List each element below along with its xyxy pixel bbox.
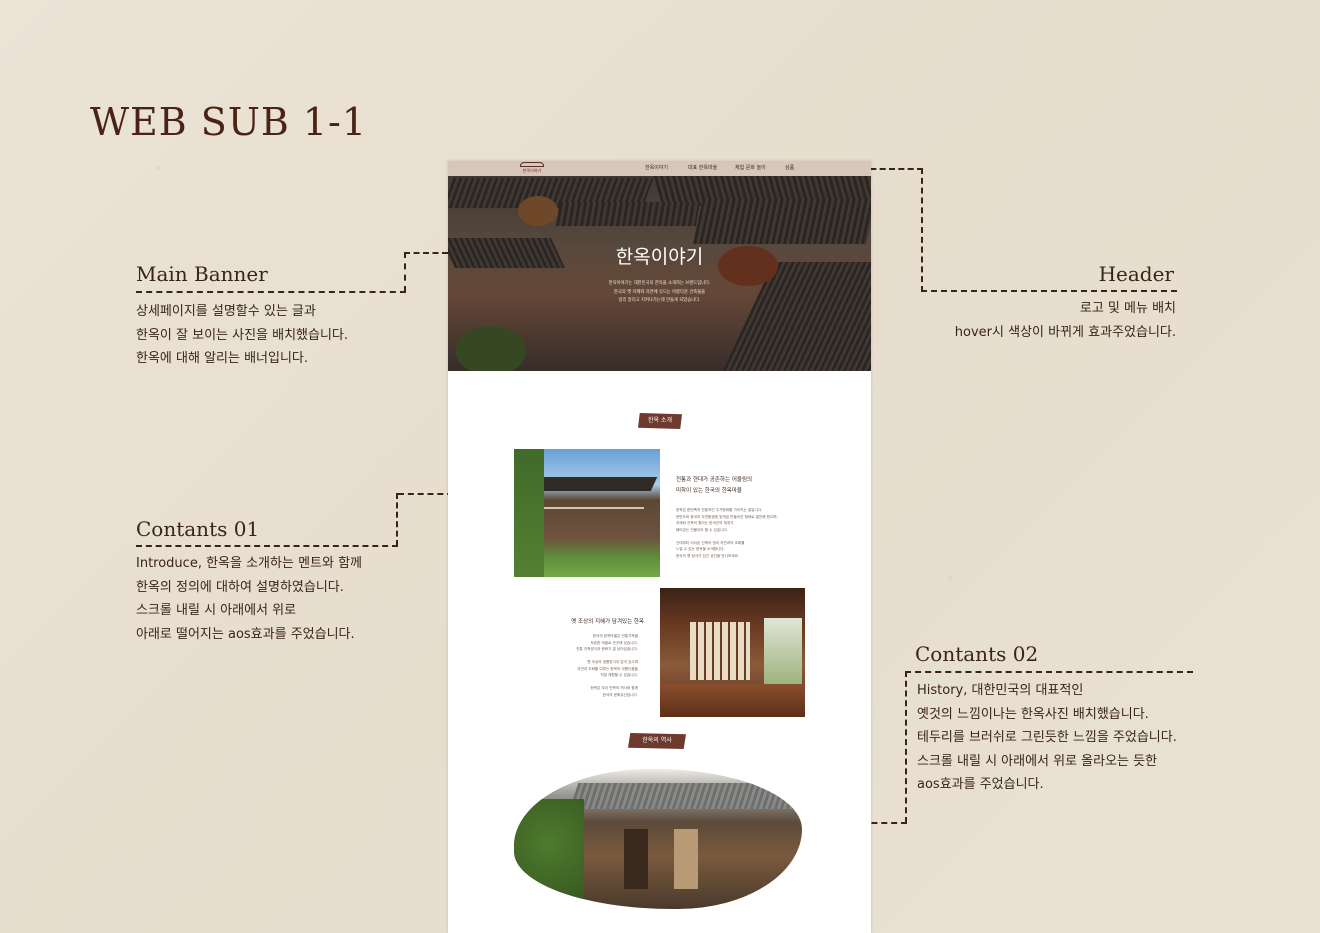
annotation-line: 아래로 떨어지는 aos효과를 주었습니다. bbox=[136, 626, 355, 642]
annotation-line: History, 대한민국의 대표적인 bbox=[917, 683, 1084, 698]
contents02-connector-vertical bbox=[905, 671, 907, 823]
annotation-line: 한옥이 잘 보이는 사진을 배치했습니다. bbox=[136, 327, 349, 343]
window-shape bbox=[764, 618, 802, 688]
main-banner-annotation-title: Main Banner bbox=[136, 262, 268, 286]
annotation-line: 스크롤 내릴 시 아래에서 위로 bbox=[136, 603, 297, 618]
tree-shape bbox=[514, 449, 544, 577]
intro-body: 한옥은 한민족의 전통적인 주거형태를 가리키는 말입니다. 한반도와 중국의 … bbox=[676, 507, 796, 559]
hanok-intro-photo bbox=[514, 449, 660, 577]
annotation-line: hover시 색상이 바뀌게 효과주었습니다. bbox=[954, 324, 1176, 340]
door-shape bbox=[674, 829, 698, 889]
annotation-line: 상세페이지를 설명할수 있는 글과 bbox=[136, 304, 316, 319]
header-annotation-text: 로고 및 메뉴 배치 hover시 색상이 바뀌게 효과주었습니다. bbox=[900, 297, 1176, 344]
section-tag-history: 한옥의 역사 bbox=[628, 733, 686, 749]
main-banner: 한옥이야기 한옥이야기는 대한민국의 한옥을 소개하는 브랜드입니다. 한국의 … bbox=[448, 176, 871, 371]
contents01-connector-line bbox=[136, 545, 398, 547]
main-banner-connector-stub bbox=[404, 252, 448, 254]
intro-heading-line: 전통과 현대가 공존하는 어울림의 bbox=[676, 477, 753, 483]
contents02-connector-line bbox=[905, 671, 1193, 673]
annotation-line: aos효과를 주었습니다. bbox=[917, 777, 1044, 792]
header-annotation-title: Header bbox=[1098, 262, 1174, 286]
header-connector-line bbox=[921, 290, 1177, 292]
door-shape bbox=[624, 829, 648, 889]
annotation-line: 스크롤 내릴 시 아래에서 위로 올라오는 듯한 bbox=[917, 753, 1158, 769]
roof-shape bbox=[569, 783, 802, 809]
hanok-interior-photo bbox=[660, 588, 805, 717]
floor-shape bbox=[660, 684, 805, 717]
annotation-line: 로고 및 메뉴 배치 bbox=[1079, 301, 1176, 316]
annotation-line: 테두리를 브러쉬로 그린듯한 느낌을 주었습니다. bbox=[917, 730, 1177, 745]
nav-item-hanok-story[interactable]: 한옥이야기 bbox=[645, 164, 668, 171]
nav-item-experience[interactable]: 체험 문화 놀이 bbox=[735, 164, 766, 171]
banner-line: 한옥이야기는 대한민국의 한옥을 소개하는 브랜드입니다. bbox=[608, 281, 711, 286]
website-mockup: 한옥이야기 한옥이야기 대표 한옥마을 체험 문화 놀이 상품 한옥이야기 한옥… bbox=[448, 161, 871, 933]
contents02-annotation-text: History, 대한민국의 대표적인 옛것의 느낌이나는 한옥사진 배치했습니… bbox=[917, 679, 1177, 797]
annotation-line: 옛것의 느낌이나는 한옥사진 배치했습니다. bbox=[917, 706, 1149, 722]
main-banner-annotation-text: 상세페이지를 설명할수 있는 글과 한옥이 잘 보이는 사진을 배치했습니다. … bbox=[136, 300, 348, 371]
intro-heading: 전통과 현대가 공존하는 어울림의 미학이 있는 한국의 한옥마을 bbox=[676, 475, 752, 497]
page-title: WEB SUB 1-1 bbox=[90, 100, 368, 144]
banner-line: 한국의 옛 지혜와 자연에 깃드는 아름다운 건축물을 bbox=[613, 289, 706, 295]
annotation-line: 한옥의 정의에 대하여 설명하였습니다. bbox=[136, 579, 344, 595]
banner-description: 한옥이야기는 대한민국의 한옥을 소개하는 브랜드입니다. 한국의 옛 지혜와 … bbox=[588, 280, 731, 306]
annotation-line: Introduce, 한옥을 소개하는 멘트와 함께 bbox=[136, 556, 363, 571]
contents01-connector-vertical bbox=[396, 493, 398, 546]
beam-shape bbox=[544, 507, 644, 509]
banner-title: 한옥이야기 bbox=[615, 246, 704, 268]
history-line: 한국의 문화유산입니다. bbox=[602, 692, 638, 697]
nav-item-hanok-village[interactable]: 대표 한옥마을 bbox=[688, 164, 717, 171]
nav-item-products[interactable]: 상품 bbox=[785, 164, 794, 171]
intro-line: 한국의 옛 정서가 담긴 공간을 만나보세요. bbox=[676, 553, 740, 558]
door-shape bbox=[690, 622, 750, 680]
history-body: 한국의 한옥마을은 전통가옥을 보존한 마을로 곳곳에 있습니다. 전통 건축양… bbox=[532, 633, 638, 698]
mockup-logo[interactable]: 한옥이야기 bbox=[518, 162, 546, 175]
mockup-header: 한옥이야기 한옥이야기 대표 한옥마을 체험 문화 놀이 상품 bbox=[448, 161, 871, 176]
intro-heading-line: 미학이 있는 한국의 한옥마을 bbox=[676, 488, 742, 494]
main-banner-connector-vertical bbox=[404, 252, 406, 292]
contents01-annotation-title: Contants 01 bbox=[136, 517, 260, 541]
section-tag-introduce: 한옥 소개 bbox=[638, 413, 682, 429]
tree-shape bbox=[514, 799, 584, 909]
contents01-annotation-text: Introduce, 한옥을 소개하는 멘트와 함께 한옥의 정의에 대하여 설… bbox=[136, 552, 362, 646]
contents02-annotation-title: Contants 02 bbox=[915, 642, 1039, 666]
header-connector-vertical bbox=[921, 168, 923, 292]
mockup-logo-text: 한옥이야기 bbox=[522, 168, 542, 173]
roof-shape bbox=[530, 477, 658, 491]
main-banner-connector-line bbox=[136, 291, 406, 293]
history-heading: 옛 조상의 지혜가 담겨있는 한옥 bbox=[571, 619, 644, 625]
hanok-roof-icon bbox=[520, 162, 544, 167]
annotation-line: 한옥에 대해 알리는 배너입니다. bbox=[136, 351, 309, 366]
hanok-history-photo bbox=[514, 769, 802, 909]
banner-overlay bbox=[448, 176, 871, 371]
banner-line: 널리 알리고 지켜나가는데 만들게 되었습니다. bbox=[618, 298, 701, 303]
